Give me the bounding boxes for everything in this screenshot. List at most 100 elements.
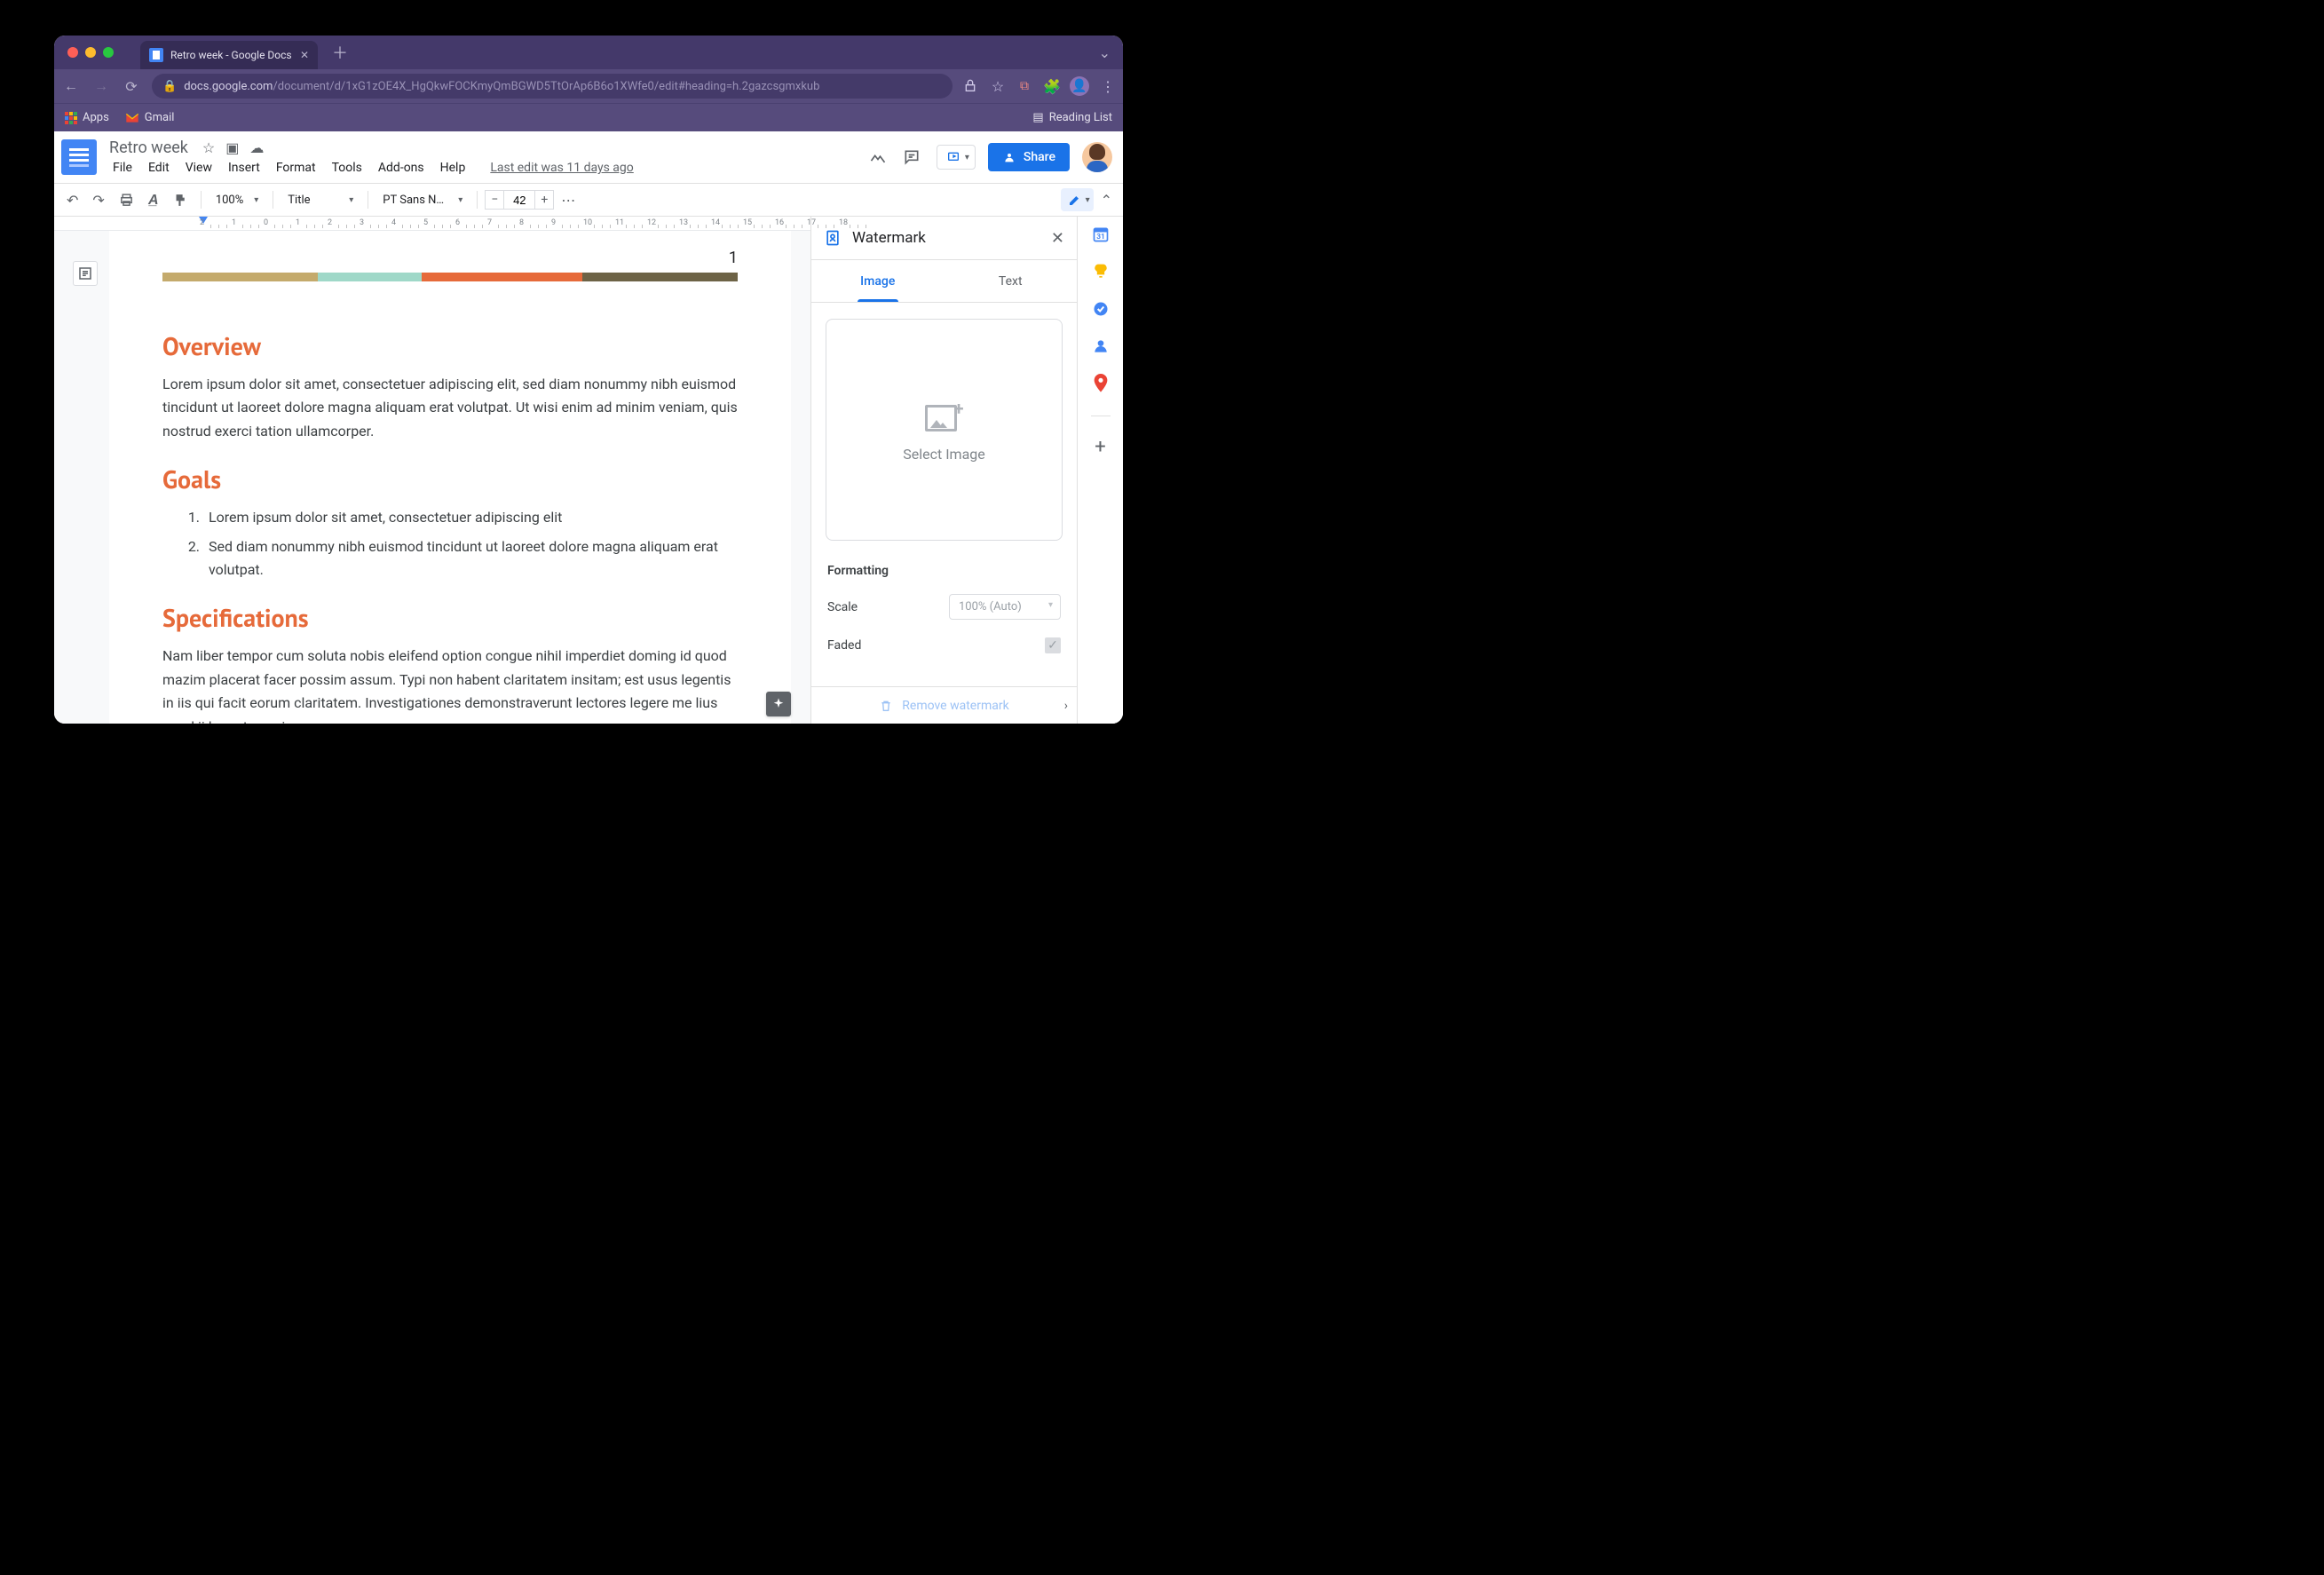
- docs-header: Retro week ☆ ▣ ☁ File Edit View Insert F…: [54, 131, 1123, 183]
- header-color-stripe: [162, 273, 738, 281]
- scale-label: Scale: [827, 600, 858, 614]
- window-minimize[interactable]: [85, 47, 96, 58]
- tasks-icon[interactable]: [1092, 300, 1110, 318]
- reading-list-button[interactable]: ▤ Reading List: [1032, 111, 1112, 124]
- menu-edit[interactable]: Edit: [141, 159, 177, 177]
- header-actions: ▾ Share: [869, 142, 1112, 172]
- faded-checkbox[interactable]: ✓: [1045, 637, 1061, 653]
- profile-avatar-icon[interactable]: 👤: [1070, 76, 1089, 96]
- font-size-input[interactable]: [504, 190, 534, 210]
- menu-insert[interactable]: Insert: [221, 159, 267, 177]
- paragraph[interactable]: Nam liber tempor cum soluta nobis eleife…: [162, 645, 738, 724]
- share-url-icon[interactable]: [963, 79, 979, 93]
- window-maximize[interactable]: [103, 47, 114, 58]
- heading-specifications[interactable]: Specifications: [162, 601, 738, 634]
- list-item[interactable]: Lorem ipsum dolor sit amet, consectetuer…: [203, 506, 738, 529]
- font-size-decrease[interactable]: −: [485, 190, 504, 210]
- share-button[interactable]: Share: [988, 143, 1070, 171]
- menu-help[interactable]: Help: [433, 159, 473, 177]
- font-size-increase[interactable]: +: [534, 190, 554, 210]
- explore-button[interactable]: [766, 692, 791, 716]
- url-field[interactable]: 🔒 docs.google.com/document/d/1xG1zOE4X_H…: [152, 74, 953, 99]
- list-item[interactable]: Sed diam nonummy nibh euismod tincidunt …: [203, 535, 738, 582]
- nav-reload-icon[interactable]: ⟳: [122, 78, 141, 95]
- horizontal-ruler[interactable]: 210123456789101112131415161718: [54, 217, 810, 231]
- tab-image[interactable]: Image: [811, 260, 945, 302]
- keep-icon[interactable]: [1092, 263, 1110, 281]
- scale-select: 100% (Auto): [949, 594, 1061, 620]
- star-icon[interactable]: ☆: [202, 139, 215, 156]
- zoom-select[interactable]: 100%▾: [209, 190, 265, 210]
- heading-overview[interactable]: Overview: [162, 329, 738, 362]
- page-number: 1: [162, 249, 738, 267]
- watermark-icon: [824, 229, 842, 247]
- page[interactable]: 1 Overview Lorem ipsum dolor sit amet, c…: [109, 231, 791, 724]
- bookmark-star-icon[interactable]: ☆: [990, 78, 1006, 95]
- move-folder-icon[interactable]: ▣: [225, 139, 239, 156]
- menu-addons[interactable]: Add-ons: [371, 159, 431, 177]
- lock-icon: 🔒: [162, 80, 177, 93]
- goals-list[interactable]: Lorem ipsum dolor sit amet, consectetuer…: [162, 506, 738, 582]
- add-addon-icon[interactable]: +: [1095, 436, 1105, 458]
- menu-format[interactable]: Format: [269, 159, 323, 177]
- new-tab-button[interactable]: ＋: [332, 41, 348, 64]
- watermark-sidebar: Watermark ✕ Image Text + Select Image Fo…: [810, 217, 1077, 724]
- heading-goals[interactable]: Goals: [162, 463, 738, 495]
- toolbar-more-icon[interactable]: ⋯: [557, 192, 579, 209]
- tab-text[interactable]: Text: [945, 260, 1078, 302]
- expand-panel-icon[interactable]: ›: [1064, 699, 1068, 713]
- extensions-puzzle-icon[interactable]: 🧩: [1043, 78, 1059, 95]
- chevron-down-icon: ▾: [965, 153, 969, 162]
- scale-row: Scale 100% (Auto): [811, 585, 1077, 629]
- extension-icon[interactable]: ⧉: [1016, 79, 1032, 93]
- remove-watermark-button: Remove watermark ›: [811, 686, 1077, 724]
- cloud-status-icon[interactable]: ☁: [249, 139, 264, 156]
- print-icon[interactable]: [114, 189, 139, 211]
- window-close[interactable]: [67, 47, 78, 58]
- address-bar: ← → ⟳ 🔒 docs.google.com/document/d/1xG1z…: [54, 69, 1123, 103]
- font-select[interactable]: PT Sans N…▾: [375, 190, 470, 210]
- font-size-control: − +: [485, 190, 554, 210]
- browser-tab[interactable]: Retro week - Google Docs ✕: [140, 41, 318, 69]
- apps-shortcut[interactable]: Apps: [65, 111, 109, 124]
- browser-menu-icon[interactable]: ⋮: [1100, 78, 1116, 95]
- chevron-down-icon: ▾: [1086, 195, 1090, 205]
- nav-forward-icon: →: [91, 77, 111, 95]
- titlebar: Retro week - Google Docs ✕ ＋ ⌄: [54, 36, 1123, 69]
- editing-mode-select[interactable]: ▾: [1061, 188, 1094, 211]
- paragraph[interactable]: Lorem ipsum dolor sit amet, consectetuer…: [162, 373, 738, 443]
- close-tab-icon[interactable]: ✕: [300, 49, 309, 61]
- tab-overflow-button[interactable]: ⌄: [1099, 44, 1123, 61]
- window-controls: [54, 47, 114, 58]
- gmail-shortcut[interactable]: Gmail: [125, 111, 175, 124]
- contacts-icon[interactable]: [1092, 337, 1110, 355]
- bookmarks-bar: Apps Gmail ▤ Reading List: [54, 103, 1123, 131]
- nav-back-icon[interactable]: ←: [61, 77, 81, 95]
- redo-icon[interactable]: ↷: [87, 188, 109, 212]
- close-sidebar-icon[interactable]: ✕: [1051, 229, 1064, 248]
- account-avatar-icon[interactable]: [1082, 142, 1112, 172]
- menu-tools[interactable]: Tools: [325, 159, 369, 177]
- undo-icon[interactable]: ↶: [61, 188, 83, 212]
- document-title[interactable]: Retro week: [106, 138, 192, 158]
- gmail-icon: [125, 113, 139, 123]
- paint-format-icon[interactable]: [168, 189, 194, 211]
- document-outline-icon[interactable]: [73, 261, 98, 286]
- last-edit-link[interactable]: Last edit was 11 days ago: [483, 159, 640, 177]
- maps-icon[interactable]: [1092, 375, 1110, 392]
- paragraph-style-select[interactable]: Title▾: [281, 190, 360, 210]
- select-image-button[interactable]: + Select Image: [826, 319, 1063, 541]
- spellcheck-icon[interactable]: A̲: [143, 187, 164, 212]
- menu-file[interactable]: File: [106, 159, 139, 177]
- google-docs-app: Retro week ☆ ▣ ☁ File Edit View Insert F…: [54, 131, 1123, 724]
- comments-icon[interactable]: [903, 148, 924, 166]
- calendar-icon[interactable]: 31: [1092, 226, 1110, 243]
- collapse-toolbar-icon[interactable]: ⌃: [1097, 188, 1116, 212]
- menu-view[interactable]: View: [178, 159, 219, 177]
- reading-list-icon: ▤: [1032, 111, 1043, 124]
- image-placeholder-icon: +: [925, 398, 964, 431]
- activity-icon[interactable]: [869, 148, 890, 166]
- document-canvas: 210123456789101112131415161718 1 Overvie…: [54, 217, 810, 724]
- docs-logo-icon[interactable]: [61, 139, 97, 175]
- present-button[interactable]: ▾: [937, 145, 976, 170]
